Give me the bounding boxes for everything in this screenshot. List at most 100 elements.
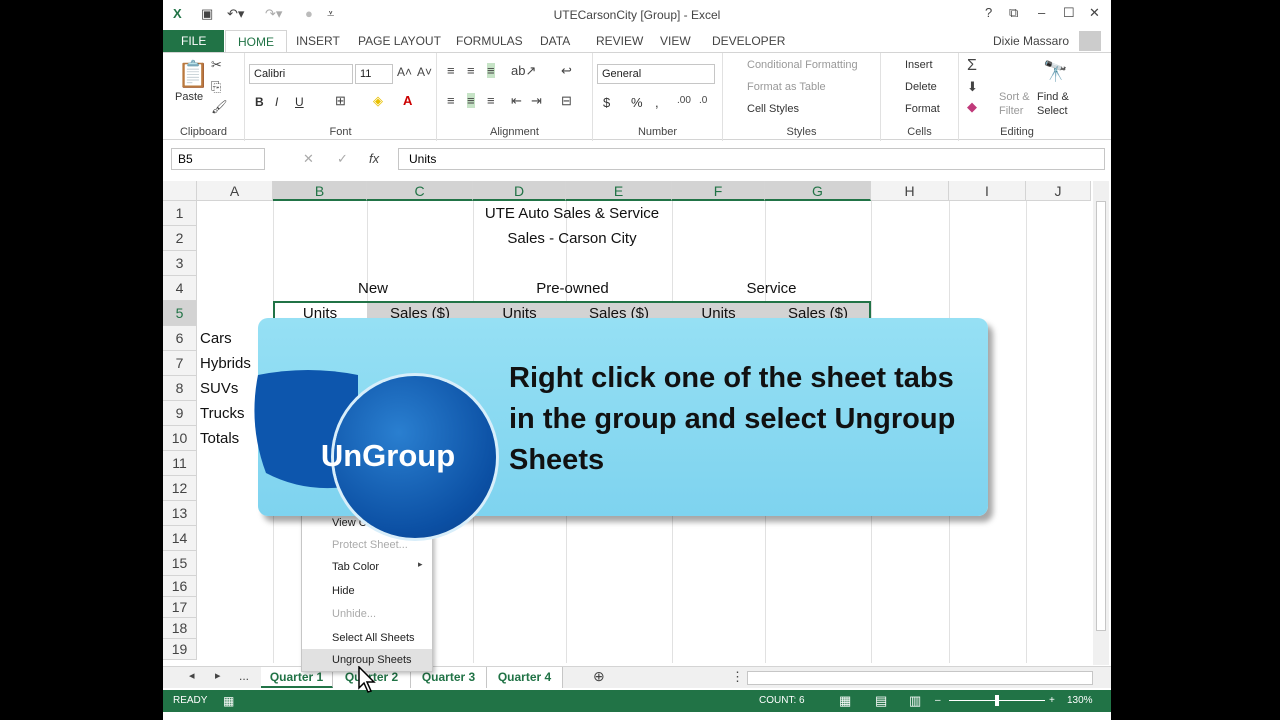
row-header[interactable]: 13	[163, 501, 197, 526]
align-middle-icon[interactable]: ≡	[467, 63, 475, 78]
delete-button[interactable]: Delete	[905, 81, 937, 93]
merge-center-icon[interactable]: ⊟	[561, 93, 572, 109]
help-icon[interactable]: ?	[985, 5, 992, 20]
conditional-formatting-button[interactable]: Conditional Formatting	[747, 59, 858, 71]
align-left-icon[interactable]: ≡	[447, 93, 455, 108]
ribbon-display-icon[interactable]: ⧉	[1009, 5, 1018, 21]
font-size-select[interactable]: 11	[355, 64, 393, 84]
decrease-decimal-icon[interactable]: .0	[699, 95, 707, 106]
row-header[interactable]: 11	[163, 451, 197, 476]
new-sheet-icon[interactable]: ⊕	[593, 668, 605, 685]
split-handle-icon[interactable]: ⋮	[731, 669, 744, 685]
more-sheets-button[interactable]: ...	[239, 669, 249, 683]
currency-button[interactable]: $	[603, 95, 610, 110]
zoom-in-icon[interactable]: +	[1049, 690, 1055, 712]
cell-preowned[interactable]: Pre-owned	[473, 280, 672, 297]
row-header[interactable]: 5	[163, 301, 197, 326]
tab-formulas[interactable]: FORMULAS	[456, 30, 523, 52]
cell-title[interactable]: UTE Auto Sales & Service	[273, 205, 871, 222]
sort-filter-button[interactable]: Sort &	[999, 91, 1030, 103]
bold-button[interactable]: B	[255, 95, 264, 109]
borders-icon[interactable]: ⊞	[335, 93, 346, 109]
cell-suvs[interactable]: SUVs	[200, 380, 238, 397]
menu-item-tab-color[interactable]: Tab Color	[302, 556, 432, 578]
tab-data[interactable]: DATA	[540, 30, 570, 52]
column-header[interactable]: B	[273, 181, 367, 201]
column-header[interactable]: D	[473, 181, 566, 201]
minimize-icon[interactable]: –	[1038, 5, 1045, 20]
shrink-font-icon[interactable]: A˅	[417, 65, 432, 79]
row-header[interactable]: 19	[163, 639, 197, 660]
row-header[interactable]: 8	[163, 376, 197, 401]
column-header[interactable]: C	[367, 181, 473, 201]
format-painter-icon[interactable]: 🖌	[211, 99, 228, 115]
grow-font-icon[interactable]: A˄	[397, 65, 412, 79]
page-break-view-icon[interactable]: ▥	[909, 690, 921, 712]
decrease-indent-icon[interactable]: ⇤	[511, 93, 522, 109]
tab-review[interactable]: REVIEW	[596, 30, 643, 52]
close-icon[interactable]: ✕	[1089, 5, 1100, 21]
tab-home[interactable]: HOME	[225, 30, 287, 52]
copy-icon[interactable]: ⎘	[211, 79, 221, 95]
cell-new[interactable]: New	[273, 280, 473, 297]
vertical-scrollbar[interactable]	[1093, 181, 1109, 665]
row-header[interactable]: 3	[163, 251, 197, 276]
column-header[interactable]: H	[871, 181, 949, 201]
increase-indent-icon[interactable]: ⇥	[531, 93, 542, 109]
sheet-tab-quarter-4[interactable]: Quarter 4	[487, 667, 563, 688]
row-header[interactable]: 17	[163, 597, 197, 618]
font-color-icon[interactable]: A	[403, 93, 412, 108]
cell-subtitle[interactable]: Sales - Carson City	[273, 230, 871, 247]
page-layout-view-icon[interactable]: ▤	[875, 690, 887, 712]
macro-record-icon[interactable]: ▦	[223, 690, 234, 712]
enter-icon[interactable]: ✓	[337, 151, 348, 167]
tab-insert[interactable]: INSERT	[296, 30, 340, 52]
comma-button[interactable]: ,	[655, 95, 659, 110]
clear-icon[interactable]: ◆	[967, 99, 977, 115]
align-right-icon[interactable]: ≡	[487, 93, 495, 108]
column-header[interactable]: J	[1026, 181, 1091, 201]
horizontal-scrollbar[interactable]	[747, 671, 1093, 685]
user-name[interactable]: Dixie Massaro	[993, 30, 1069, 52]
font-name-select[interactable]: Calibri	[249, 64, 353, 84]
scroll-left-icon[interactable]: ◂	[189, 669, 195, 682]
autosum-icon[interactable]: Σ	[967, 57, 977, 75]
insert-function-icon[interactable]: fx	[369, 151, 379, 166]
row-header[interactable]: 14	[163, 526, 197, 551]
avatar[interactable]	[1079, 31, 1101, 51]
column-header[interactable]: F	[672, 181, 765, 201]
italic-button[interactable]: I	[275, 95, 278, 109]
cell-cars[interactable]: Cars	[200, 330, 232, 347]
zoom-slider-thumb[interactable]	[995, 695, 999, 706]
align-bottom-icon[interactable]: ≡	[487, 63, 495, 78]
align-top-icon[interactable]: ≡	[447, 63, 455, 78]
insert-button[interactable]: Insert	[905, 59, 933, 71]
row-header[interactable]: 12	[163, 476, 197, 501]
cell-service[interactable]: Service	[672, 280, 871, 297]
wrap-text-icon[interactable]: ↩	[561, 63, 572, 79]
scroll-right-icon[interactable]: ▸	[215, 669, 221, 682]
row-header[interactable]: 18	[163, 618, 197, 639]
row-header[interactable]: 16	[163, 576, 197, 597]
format-button[interactable]: Format	[905, 103, 940, 115]
menu-item-select-all-sheets[interactable]: Select All Sheets	[302, 627, 432, 649]
formula-input[interactable]: Units	[398, 148, 1105, 170]
cell-totals[interactable]: Totals	[200, 430, 239, 447]
cell-trucks[interactable]: Trucks	[200, 405, 244, 422]
cancel-icon[interactable]: ✕	[303, 151, 314, 167]
binoculars-icon[interactable]: 🔭	[1043, 59, 1068, 84]
row-header[interactable]: 6	[163, 326, 197, 351]
column-header[interactable]: E	[566, 181, 672, 201]
column-header[interactable]: I	[949, 181, 1026, 201]
paste-icon[interactable]: 📋	[177, 59, 209, 90]
cell-hybrids[interactable]: Hybrids	[200, 355, 251, 372]
row-header[interactable]: 1	[163, 201, 197, 226]
tab-page-layout[interactable]: PAGE LAYOUT	[358, 30, 441, 52]
cell-styles-button[interactable]: Cell Styles	[747, 103, 799, 115]
scroll-thumb[interactable]	[1096, 201, 1106, 631]
select-all-corner[interactable]	[163, 181, 197, 201]
column-header[interactable]: A	[197, 181, 273, 201]
number-format-select[interactable]: General	[597, 64, 715, 84]
row-header[interactable]: 9	[163, 401, 197, 426]
increase-decimal-icon[interactable]: .00	[677, 95, 691, 106]
